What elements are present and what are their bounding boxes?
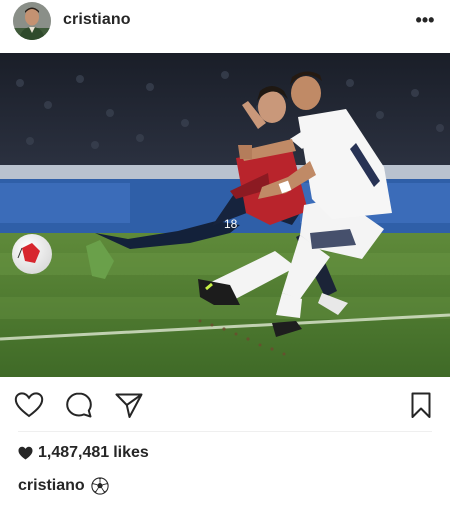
comment-bubble-icon <box>66 392 92 418</box>
jersey-number: 18 <box>224 217 238 231</box>
heart-filled-icon <box>18 446 33 460</box>
save-button[interactable] <box>405 389 437 421</box>
post-actions <box>0 386 450 422</box>
more-options-icon[interactable]: ••• <box>410 6 440 34</box>
bookmark-icon <box>411 392 431 418</box>
soccer-ball-icon <box>91 477 109 495</box>
caption: cristiano <box>18 476 109 496</box>
post-photo[interactable]: 18 <box>0 53 450 377</box>
likes-row[interactable]: 1,487,481 likes <box>18 443 149 463</box>
avatar-image <box>13 2 51 40</box>
comment-button[interactable] <box>63 389 95 421</box>
likes-count: 1,487,481 <box>38 444 110 461</box>
soccer-photo: 18 <box>0 53 450 377</box>
caption-username[interactable]: cristiano <box>18 477 85 495</box>
post-username[interactable]: cristiano <box>63 11 131 29</box>
heart-outline-icon <box>14 392 44 418</box>
like-button[interactable] <box>13 389 45 421</box>
post-header: cristiano ••• <box>0 0 450 50</box>
divider <box>18 431 432 432</box>
share-button[interactable] <box>113 389 145 421</box>
likes-label: likes <box>113 444 149 461</box>
avatar[interactable] <box>13 2 51 40</box>
paper-plane-icon <box>115 393 143 418</box>
ball <box>12 234 52 274</box>
